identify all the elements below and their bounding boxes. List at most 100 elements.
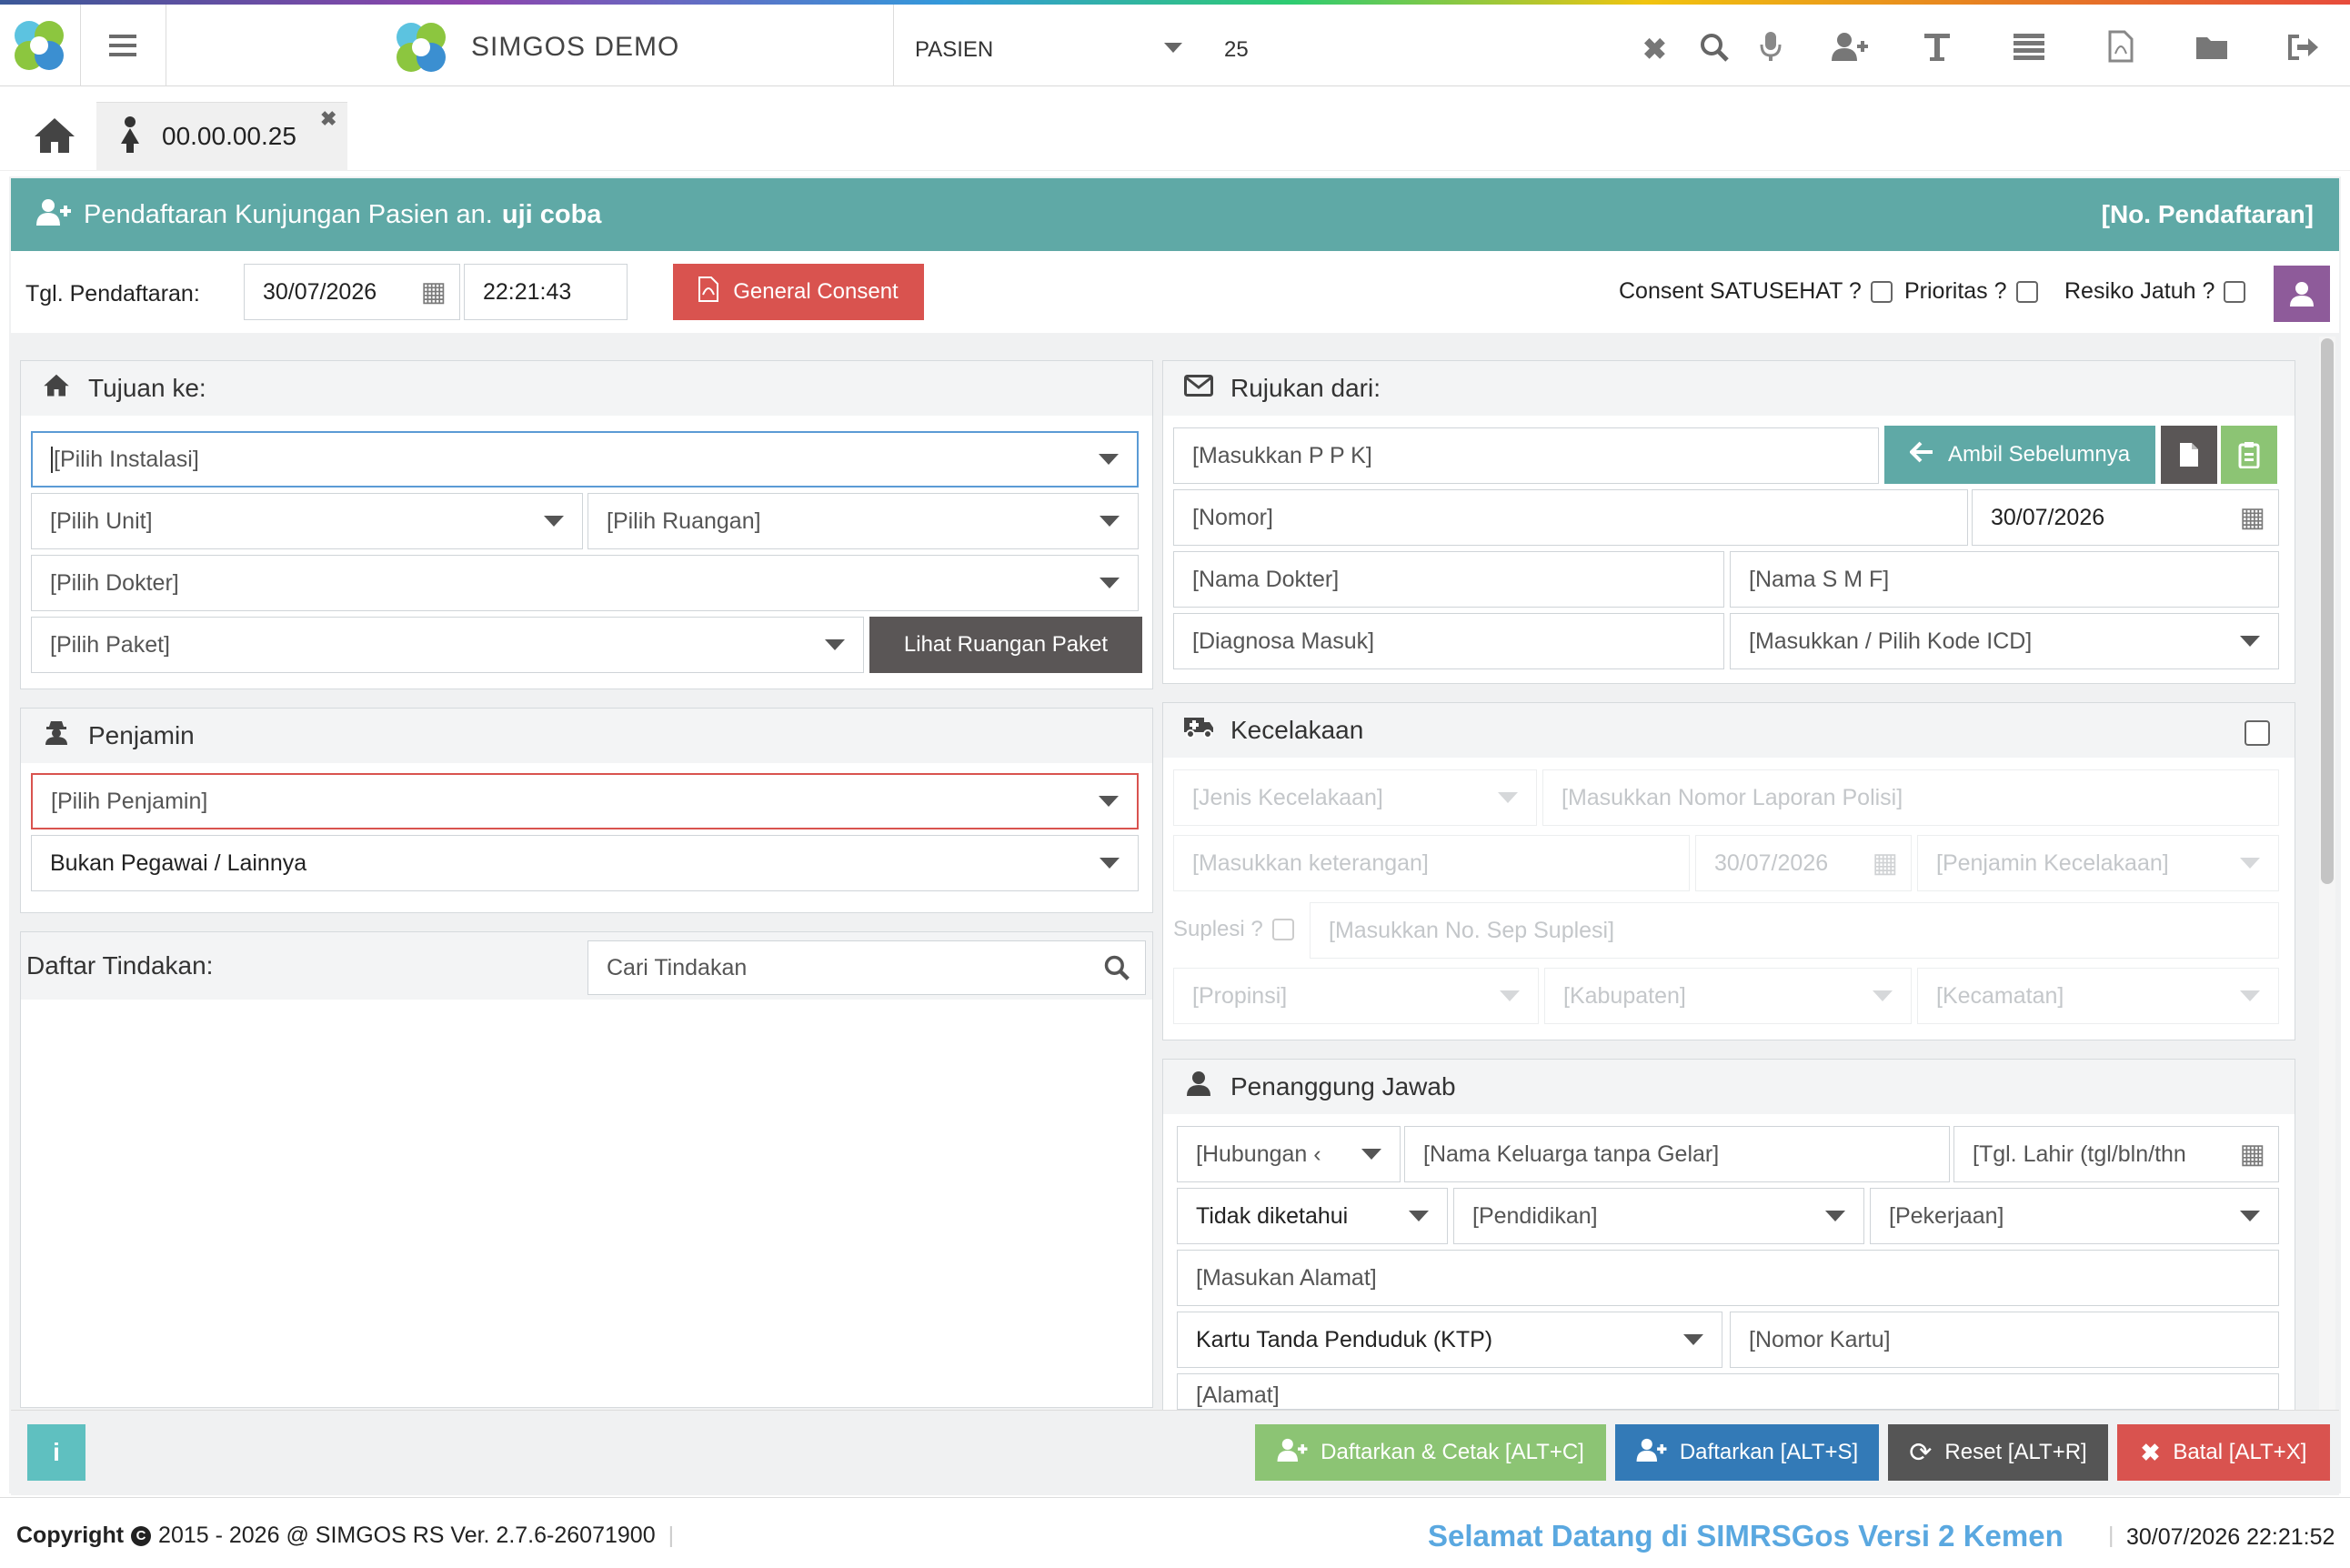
nama-smf-input[interactable]: [Nama S M F] [1730,551,2279,608]
user-secret-icon [41,719,72,752]
logout-icon[interactable] [2286,34,2319,67]
patient-profile-button[interactable] [2274,266,2330,322]
registration-number: [No. Pendaftaran] [2101,200,2314,228]
tanggal-lahir-input[interactable]: [Tgl. Lahir (tgl/bln/thn ▦ [1953,1126,2279,1182]
search-icon[interactable] [1103,954,1130,988]
ppk-input[interactable]: [Masukkan P P K] [1173,427,1879,484]
chevron-down-icon [1361,1149,1381,1160]
resiko-jatuh-flag[interactable]: Resiko Jatuh ? [2064,278,2246,305]
kecelakaan-checkbox[interactable] [2245,720,2270,746]
microphone-icon[interactable] [1759,30,1783,69]
penanggung-jawab-title: Penanggung Jawab [1230,1072,1456,1101]
search-category-select[interactable]: PASIEN [915,37,993,63]
chevron-down-icon [825,639,845,650]
kabupaten-select[interactable]: [Kabupaten] [1544,968,1912,1024]
registration-time-input[interactable]: 22:21:43 [464,264,628,320]
daftarkan-button[interactable]: Daftarkan [ALT+S] [1615,1424,1879,1481]
instalasi-select[interactable]: [Pilih Instalasi] [31,431,1139,487]
consent-satusehat-flag[interactable]: Consent SATUSEHAT ? [1619,278,1893,305]
jenis-kecelakaan-select[interactable]: [Jenis Kecelakaan] [1173,769,1537,826]
diagnosa-masuk-input[interactable]: [Diagnosa Masuk] [1173,613,1724,669]
status-pegawai-select[interactable]: Bukan Pegawai / Lainnya [31,835,1139,891]
chevron-down-icon[interactable] [1164,43,1182,53]
pendidikan-select[interactable]: [Pendidikan] [1453,1188,1864,1244]
consent-checkbox[interactable] [1870,280,1893,303]
batal-button[interactable]: ✖ Batal [ALT+X] [2117,1424,2330,1481]
prioritas-checkbox[interactable] [2015,280,2038,303]
pdf-file-icon[interactable] [2108,30,2134,69]
suplesi-flag[interactable]: Suplesi ? [1173,917,1294,942]
reset-button[interactable]: ⟳ Reset [ALT+R] [1888,1424,2108,1481]
jenis-kartu-select[interactable]: Kartu Tanda Penduduk (KTP) [1177,1312,1722,1368]
tindakan-title: Daftar Tindakan: [26,951,214,980]
kecelakaan-title: Kecelakaan [1230,716,1364,744]
tindakan-search-input[interactable]: Cari Tindakan [588,940,1146,995]
calendar-icon: ▦ [420,276,447,307]
chevron-down-icon [2240,990,2260,1001]
user-plus-icon [1277,1438,1308,1468]
female-patient-icon [118,116,142,159]
app-logo-icon[interactable] [9,15,69,75]
sep-suplesi-input[interactable]: [Masukkan No. Sep Suplesi] [1310,902,2279,959]
dokter-select[interactable]: [Pilih Dokter] [31,555,1139,611]
nomor-rujukan-input[interactable]: [Nomor] [1173,489,1968,546]
jenis-kelamin-select[interactable]: Tidak diketahui [1177,1188,1448,1244]
nomor-kartu-input[interactable]: [Nomor Kartu] [1730,1312,2279,1368]
chevron-down-icon [1100,516,1120,527]
pekerjaan-select[interactable]: [Pekerjaan] [1870,1188,2279,1244]
unit-select[interactable]: [Pilih Unit] [31,493,583,549]
penjamin-title: Penjamin [88,721,195,749]
ruangan-select[interactable]: [Pilih Ruangan] [588,493,1139,549]
search-icon[interactable] [1699,32,1730,69]
kecamatan-select[interactable]: [Kecamatan] [1917,968,2279,1024]
alamat-input[interactable]: [Masukan Alamat] [1177,1250,2279,1306]
prioritas-flag[interactable]: Prioritas ? [1904,278,2038,305]
paket-select[interactable]: [Pilih Paket] [31,617,864,673]
tujuan-title: Tujuan ke: [88,374,206,402]
clear-search-icon[interactable]: ✖ [1642,32,1667,66]
registration-date-input[interactable]: 30/07/2026 ▦ [244,264,460,320]
keterangan-input[interactable]: [Masukkan keterangan] [1173,835,1690,891]
text-format-icon[interactable] [1923,32,1952,69]
ambil-sebelumnya-button[interactable]: Ambil Sebelumnya [1884,426,2155,484]
penjamin-select[interactable]: [Pilih Penjamin] [31,773,1139,829]
chevron-down-icon [1099,796,1119,807]
search-input[interactable]: 25 [1224,37,1249,63]
home-icon[interactable] [33,115,76,161]
general-consent-button[interactable]: General Consent [673,264,924,320]
info-button[interactable]: i [27,1424,85,1481]
document-button[interactable] [2161,426,2217,484]
chevron-down-icon [1500,990,1520,1001]
tanggal-kecelakaan-input[interactable]: 30/07/2026 ▦ [1695,835,1912,891]
close-tab-icon[interactable]: ✖ [320,107,336,131]
nama-dokter-input[interactable]: [Nama Dokter] [1173,551,1724,608]
clipboard-button[interactable] [2221,426,2277,484]
calendar-icon: ▦ [2239,1138,2265,1171]
add-patient-icon[interactable] [1832,32,1868,69]
alamat-kartu-input[interactable]: [Alamat] [1177,1373,2279,1410]
kode-icd-select[interactable]: [Masukkan / Pilih Kode ICD] [1730,613,2279,669]
nama-keluarga-input[interactable]: [Nama Keluarga tanpa Gelar] [1404,1126,1950,1182]
hamburger-menu-icon[interactable] [100,32,146,63]
hubungan-select[interactable]: [Hubungan ‹ [1177,1126,1401,1182]
chevron-down-icon [1683,1334,1703,1345]
calendar-icon: ▦ [2239,502,2265,533]
propinsi-select[interactable]: [Propinsi] [1173,968,1539,1024]
scrollbar-thumb[interactable] [2321,338,2334,884]
home-icon [41,372,72,405]
list-icon[interactable] [2014,34,2044,67]
suplesi-checkbox[interactable] [1271,919,1294,940]
penjamin-kecelakaan-select[interactable]: [Penjamin Kecelakaan] [1917,835,2279,891]
envelope-icon [1183,373,1214,404]
tanggal-rujukan-input[interactable]: 30/07/2026 ▦ [1972,489,2279,546]
tab-bar [0,87,2350,171]
resiko-checkbox[interactable] [2224,280,2246,303]
chevron-down-icon [1100,858,1120,869]
user-icon [1183,1070,1214,1103]
lihat-ruangan-paket-button[interactable]: Lihat Ruangan Paket [869,617,1142,673]
chevron-down-icon [1498,792,1518,803]
folder-icon[interactable] [2195,34,2228,67]
laporan-polisi-input[interactable]: [Masukkan Nomor Laporan Polisi] [1542,769,2279,826]
daftarkan-cetak-button[interactable]: Daftarkan & Cetak [ALT+C] [1255,1424,1606,1481]
info-icon: i [53,1438,60,1466]
